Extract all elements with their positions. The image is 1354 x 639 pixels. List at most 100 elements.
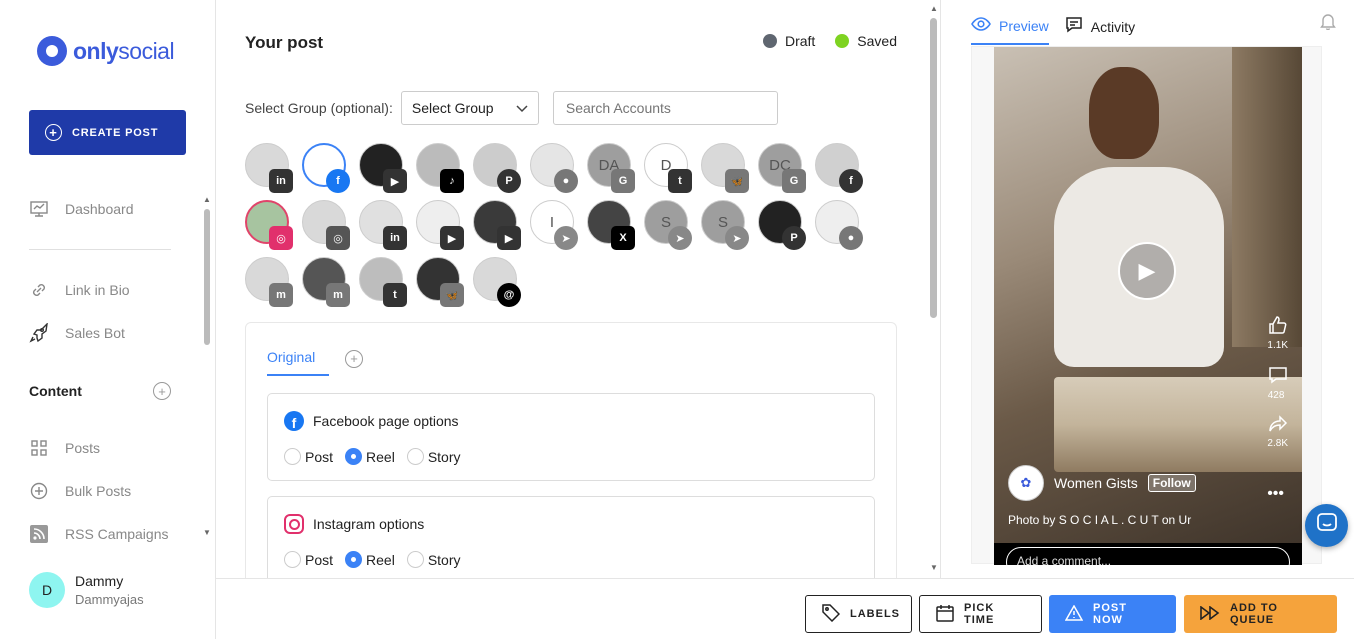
account-avatar-reddit[interactable]: ● — [530, 143, 578, 193]
sidebar-scroll-thumb[interactable] — [204, 209, 210, 345]
comment-icon — [1065, 16, 1083, 37]
more-options-icon[interactable]: ••• — [1267, 485, 1284, 503]
tab-preview[interactable]: Preview — [971, 16, 1049, 45]
tab-original[interactable]: Original — [267, 349, 329, 376]
facebook-format-radios: Post Reel Story — [284, 448, 466, 465]
radio-reel[interactable]: Reel — [345, 551, 395, 568]
account-avatar-pinterest[interactable]: P — [758, 200, 806, 250]
sidebar-item-label: Link in Bio — [65, 282, 130, 298]
comment-action[interactable]: 428 — [1268, 365, 1288, 401]
add-to-queue-button[interactable]: ADD TO QUEUE — [1184, 595, 1337, 633]
chat-support-button[interactable] — [1305, 504, 1348, 547]
pick-time-button[interactable]: PICK TIME — [919, 595, 1042, 633]
labels-button[interactable]: LABELS — [805, 595, 912, 633]
add-comment-input[interactable]: Add a comment... — [1006, 547, 1290, 565]
account-avatar-telegram[interactable]: S ➤ — [701, 200, 749, 250]
select-group-dropdown[interactable]: Select Group — [400, 91, 539, 125]
sidebar-item-sales-bot[interactable]: Sales Bot — [29, 323, 125, 343]
sidebar-item-link-in-bio[interactable]: Link in Bio — [29, 280, 130, 300]
account-avatar-telegram[interactable]: I ➤ — [530, 200, 578, 250]
sidebar-item-label: Bulk Posts — [65, 483, 132, 499]
account-avatar-facebook[interactable]: f — [302, 143, 350, 193]
sidebar-item-dashboard[interactable]: Dashboard — [29, 199, 134, 219]
reel-preview-frame: ▶ 1.1K 428 2.8K ✿ Women Gists Follow •••… — [971, 46, 1322, 565]
brand-logo[interactable]: onlysocial — [37, 36, 175, 66]
account-avatar-tumblr[interactable]: Dt — [644, 143, 692, 193]
account-avatar-bluesky[interactable]: 🦋 — [701, 143, 749, 193]
tiktok-icon: ♪ — [440, 169, 464, 193]
mastodon-icon: m — [326, 283, 350, 307]
account-avatar-facebook[interactable]: f — [815, 143, 863, 193]
reddit-icon: ● — [839, 226, 863, 250]
like-action[interactable]: 1.1K — [1267, 315, 1288, 351]
add-tab-icon[interactable]: + — [345, 349, 363, 368]
account-avatar-mastodon[interactable]: m — [245, 257, 293, 307]
account-avatar-x[interactable]: X — [587, 200, 635, 250]
bell-icon[interactable] — [1320, 12, 1336, 35]
account-avatar-tumblr[interactable]: t — [359, 257, 407, 307]
user-profile[interactable]: D Dammy Dammyajas — [29, 572, 144, 608]
account-avatar-youtube[interactable]: ▶ — [473, 200, 521, 250]
sidebar-item-rss-campaigns[interactable]: RSS Campaigns — [29, 524, 169, 544]
account-avatar-bluesky[interactable]: 🦋 — [416, 257, 464, 307]
radio-button[interactable] — [406, 551, 424, 568]
sidebar-item-posts[interactable]: Posts — [29, 438, 100, 458]
like-count: 1.1K — [1267, 340, 1288, 351]
radio-story[interactable]: Story — [406, 448, 461, 465]
radio-reel[interactable]: Reel — [345, 448, 395, 465]
main-scrollbar[interactable]: ▲ ▼ — [928, 0, 940, 578]
scroll-up-icon[interactable]: ▲ — [930, 4, 938, 13]
main-scroll-thumb[interactable] — [930, 18, 937, 318]
tag-icon — [822, 603, 841, 625]
share-action[interactable]: 2.8K — [1267, 415, 1288, 449]
radio-story[interactable]: Story — [406, 551, 461, 568]
account-avatar-google[interactable]: DA G — [587, 143, 635, 193]
radio-button[interactable] — [284, 448, 301, 465]
add-to-queue-label: ADD TO QUEUE — [1230, 602, 1278, 626]
account-avatar-linkedin[interactable]: in — [359, 200, 407, 250]
post-now-button[interactable]: POST NOW — [1049, 595, 1176, 633]
account-avatar-youtube[interactable]: ▶ — [359, 143, 407, 193]
scroll-up-icon[interactable]: ▲ — [203, 195, 211, 204]
play-icon[interactable]: ▶ — [1118, 242, 1176, 300]
scroll-down-icon[interactable]: ▼ — [203, 528, 211, 537]
chat-icon — [1316, 512, 1338, 539]
add-content-icon[interactable]: + — [153, 382, 171, 400]
radio-post[interactable]: Post — [284, 551, 333, 568]
preview-panel: Preview Activity ▶ 1.1K 428 2.8K ✿ Women… — [940, 0, 1354, 578]
search-accounts-input[interactable] — [552, 91, 778, 125]
account-avatar-pinterest[interactable]: P — [473, 143, 521, 193]
account-avatar-tiktok[interactable]: ♪ — [416, 143, 464, 193]
account-avatar-telegram[interactable]: S ➤ — [644, 200, 692, 250]
radio-button-checked[interactable] — [345, 448, 363, 465]
tab-preview-label: Preview — [999, 17, 1049, 34]
account-avatar-youtube[interactable]: ▶ — [416, 200, 464, 250]
account-avatar-instagram[interactable]: ◎ — [302, 200, 350, 250]
share-count: 2.8K — [1267, 438, 1288, 449]
page-avatar[interactable]: ✿ — [1008, 465, 1044, 501]
reel-video[interactable]: ▶ 1.1K 428 2.8K ✿ Women Gists Follow •••… — [994, 47, 1302, 565]
radio-button[interactable] — [284, 551, 301, 568]
radio-button-checked[interactable] — [345, 551, 363, 568]
facebook-icon: f — [839, 169, 863, 193]
account-avatar-linkedin[interactable]: in — [245, 143, 293, 193]
sidebar-scrollbar[interactable]: ▲ ▼ — [203, 195, 211, 545]
post-status: Draft Saved — [762, 33, 897, 49]
account-avatar-reddit[interactable]: ● — [815, 200, 863, 250]
tab-activity[interactable]: Activity — [1065, 16, 1135, 45]
follow-button[interactable]: Follow — [1147, 474, 1196, 492]
sidebar-divider — [29, 249, 171, 250]
scroll-down-icon[interactable]: ▼ — [930, 563, 938, 572]
sidebar-item-bulk-posts[interactable]: Bulk Posts — [29, 481, 131, 501]
video-subject-head — [1089, 67, 1159, 159]
sidebar-item-label: Sales Bot — [65, 325, 125, 341]
status-saved: Saved — [835, 33, 897, 49]
account-avatar-instagram[interactable]: ◎ — [245, 200, 293, 250]
account-avatar-mastodon[interactable]: m — [302, 257, 350, 307]
radio-post[interactable]: Post — [284, 448, 333, 465]
create-post-button[interactable]: + CREATE POST — [29, 110, 186, 155]
page-name[interactable]: Women Gists — [1054, 475, 1138, 491]
radio-button[interactable] — [406, 448, 424, 465]
account-avatar-google[interactable]: DC G — [758, 143, 806, 193]
account-avatar-threads[interactable]: @ — [473, 257, 521, 307]
